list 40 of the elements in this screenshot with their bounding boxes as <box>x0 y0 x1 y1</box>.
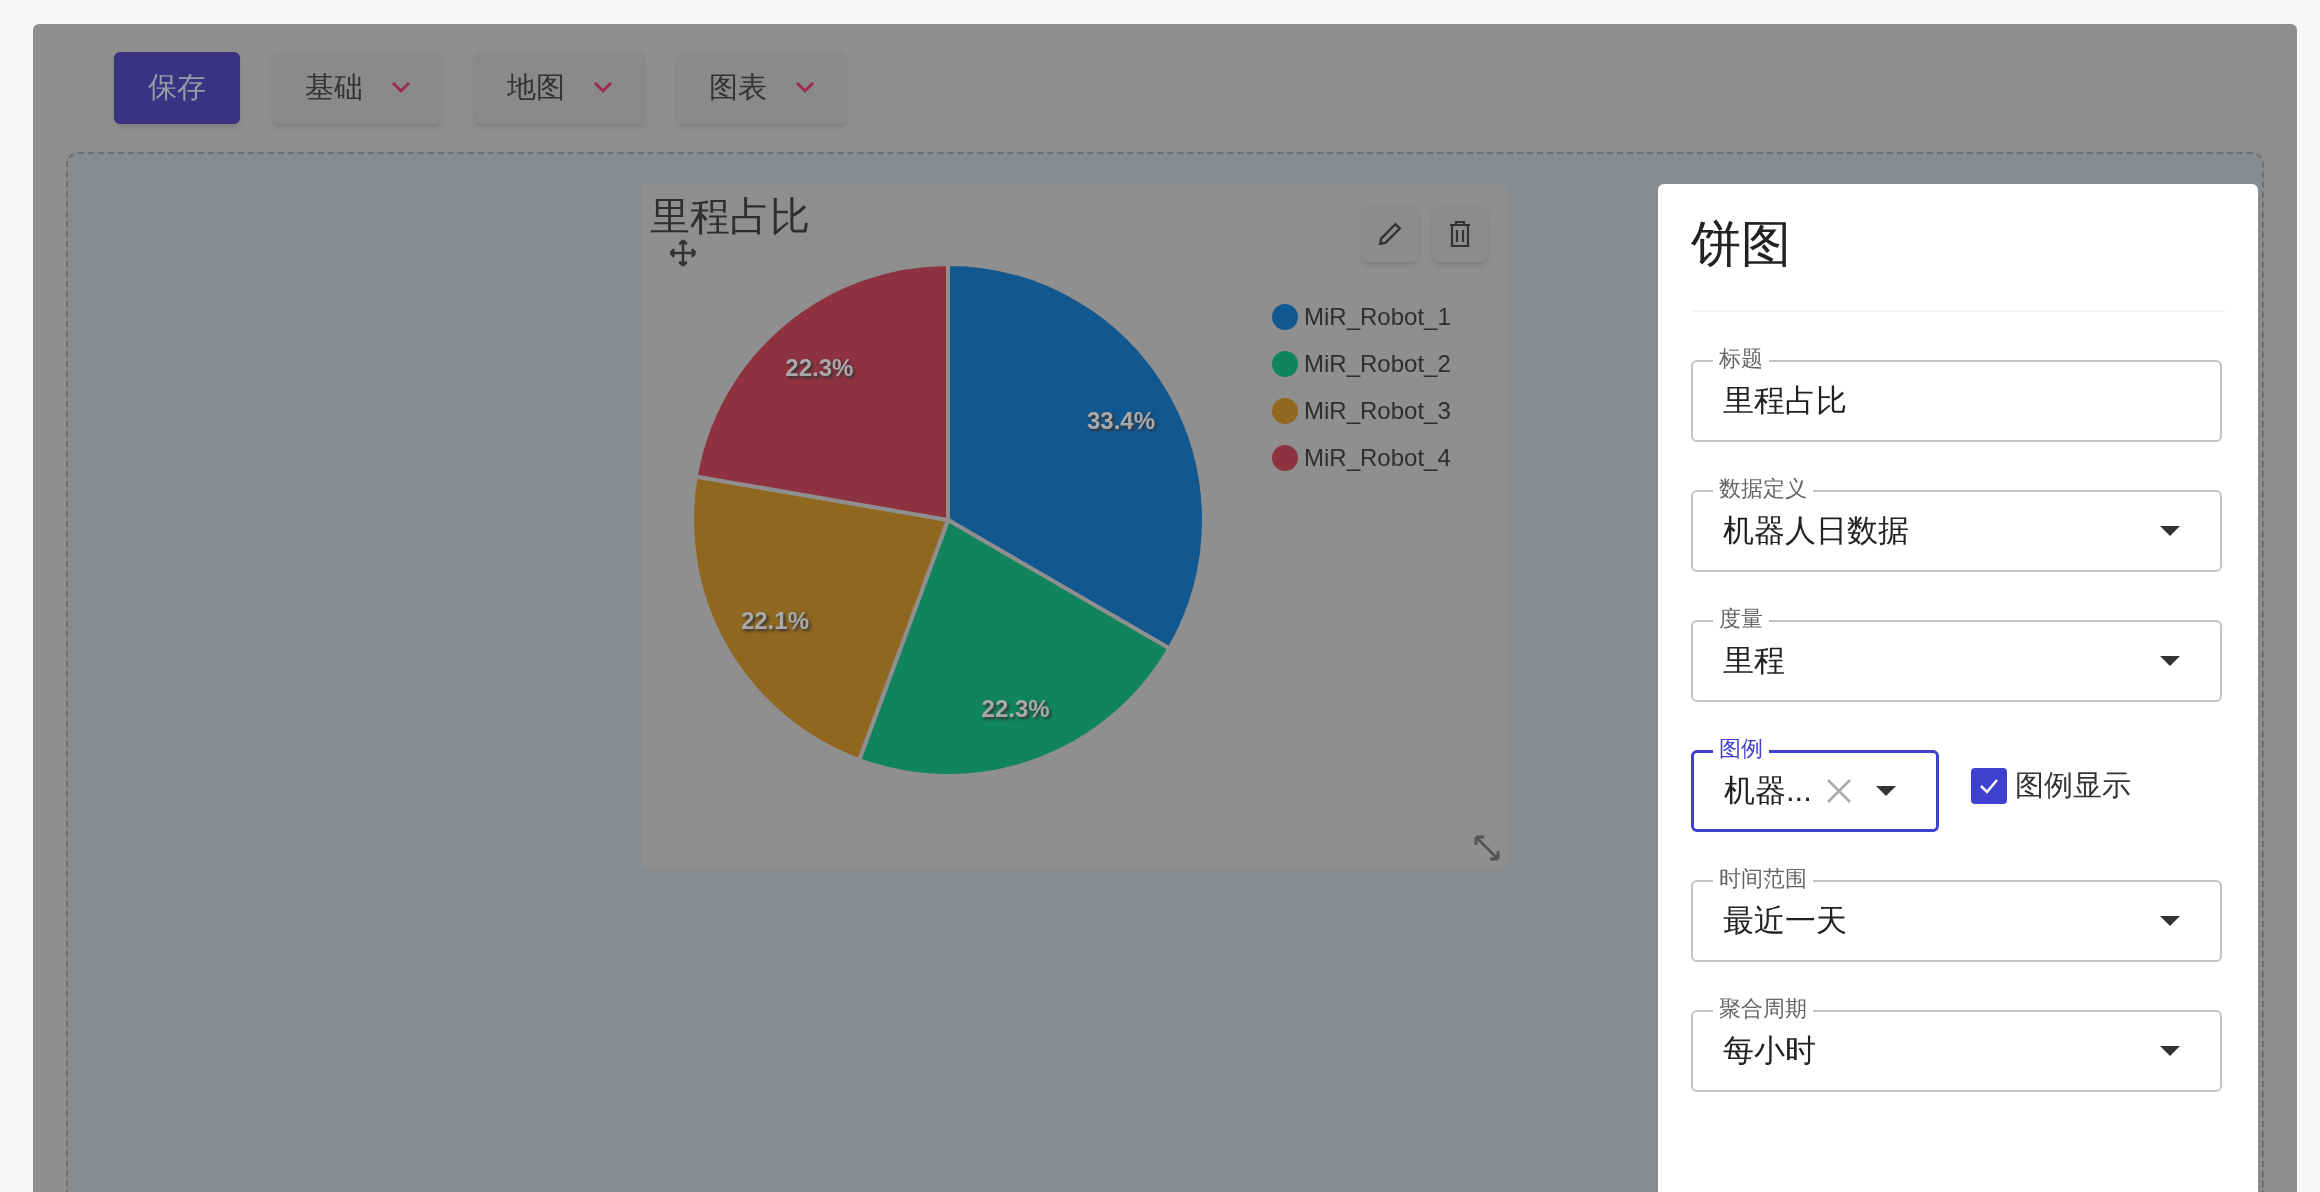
field-value: 机器... <box>1724 771 1812 810</box>
field-value: 里程 <box>1723 641 1785 680</box>
field-value: 里程占比 <box>1723 381 1847 420</box>
dropdown-arrow-icon <box>2160 656 2180 666</box>
legend-label[interactable]: MiR_Robot_2 <box>1304 349 1451 379</box>
dropdown-caret-icon <box>390 82 411 94</box>
field-value: 每小时 <box>1723 1031 1816 1070</box>
resize-icon[interactable] <box>1473 834 1501 862</box>
save-button[interactable]: 保存 <box>114 52 240 124</box>
field-label: 时间范围 <box>1713 865 1813 893</box>
dropdown-caret-icon <box>794 82 815 94</box>
dropdown-arrow-icon <box>2160 1046 2180 1056</box>
field-label: 聚合周期 <box>1713 995 1813 1023</box>
data-label: 22.1% <box>740 606 809 634</box>
data-label: 33.4% <box>1087 407 1156 435</box>
data-label: 22.3% <box>785 354 854 382</box>
dropdown-caret-icon <box>592 82 613 94</box>
legend-label[interactable]: MiR_Robot_4 <box>1304 443 1451 473</box>
menu-button[interactable]: 图表 <box>677 52 846 124</box>
legend-label[interactable]: MiR_Robot_3 <box>1304 396 1451 426</box>
clear-icon[interactable] <box>1826 778 1852 804</box>
checkbox-label: 图例显示 <box>2015 768 2131 804</box>
data-label: 22.3% <box>981 694 1050 722</box>
delete-button[interactable] <box>1432 206 1488 262</box>
dropdown-arrow-icon <box>1876 786 1896 796</box>
menu-button[interactable]: 基础 <box>273 52 442 124</box>
trash-icon <box>1448 221 1472 247</box>
field-value: 机器人日数据 <box>1723 511 1909 550</box>
move-icon[interactable] <box>668 238 698 268</box>
field-label: 数据定义 <box>1713 475 1813 503</box>
legend-label[interactable]: MiR_Robot_1 <box>1304 302 1451 332</box>
panel-title: 饼图 <box>1691 214 2225 312</box>
chart-title: 里程占比 <box>650 196 810 236</box>
menu-button[interactable]: 地图 <box>475 52 644 124</box>
checkbox[interactable] <box>1971 768 2007 804</box>
dropdown-arrow-icon <box>2160 916 2180 926</box>
pencil-icon <box>1377 221 1403 247</box>
dropdown-arrow-icon <box>2160 526 2180 536</box>
edit-button[interactable] <box>1362 206 1418 262</box>
field-value: 最近一天 <box>1723 901 1847 940</box>
